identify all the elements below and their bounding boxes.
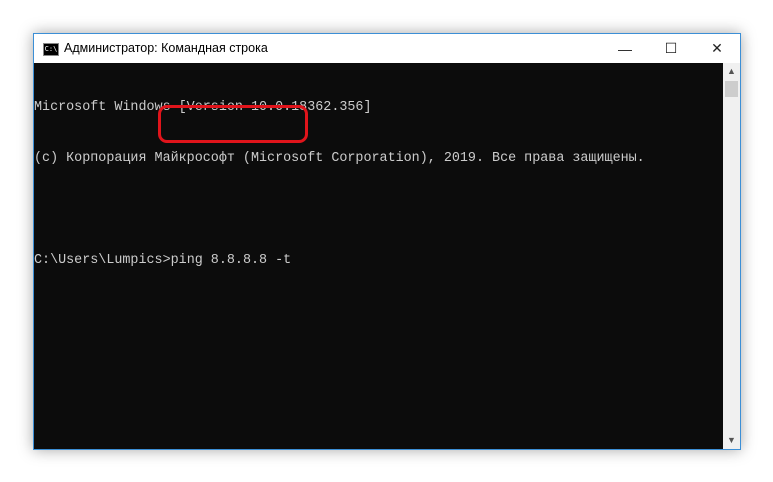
console-line: Microsoft Windows [Version 10.0.18362.35… bbox=[34, 100, 372, 115]
close-button[interactable]: ✕ bbox=[694, 34, 740, 63]
console-line: (c) Корпорация Майкрософт (Microsoft Cor… bbox=[34, 151, 645, 166]
command-highlight-box bbox=[158, 105, 308, 143]
minimize-button[interactable]: — bbox=[602, 34, 648, 63]
scroll-down-icon[interactable]: ▼ bbox=[723, 432, 740, 449]
typed-command: ping 8.8.8.8 -t bbox=[170, 253, 292, 268]
prompt-path: C:\Users\Lumpics bbox=[34, 253, 163, 268]
console-output[interactable]: Microsoft Windows [Version 10.0.18362.35… bbox=[34, 63, 722, 449]
maximize-button[interactable]: ☐ bbox=[648, 34, 694, 63]
cmd-icon: C:\ bbox=[43, 43, 59, 56]
window-title: Администратор: Командная строка bbox=[64, 41, 268, 55]
prompt-line: C:\Users\Lumpics>ping 8.8.8.8 -t bbox=[34, 253, 292, 268]
title-bar[interactable]: C:\ Администратор: Командная строка — ☐ … bbox=[34, 34, 740, 63]
command-prompt-window: C:\ Администратор: Командная строка — ☐ … bbox=[33, 33, 741, 450]
vertical-scrollbar[interactable]: ▲ ▼ bbox=[723, 63, 740, 449]
scrollbar-thumb[interactable] bbox=[725, 81, 738, 97]
scroll-up-icon[interactable]: ▲ bbox=[723, 63, 740, 80]
